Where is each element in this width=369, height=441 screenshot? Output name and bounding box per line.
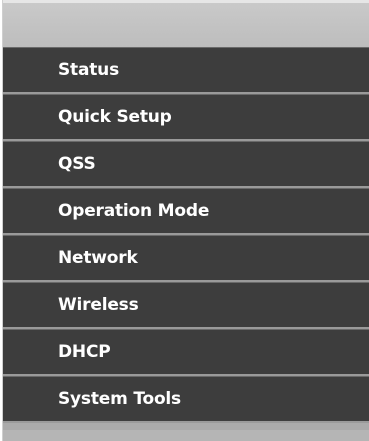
- menu-item-system-tools[interactable]: System Tools: [3, 376, 369, 423]
- menu-item-label: Quick Setup: [58, 107, 172, 127]
- menu-item-quick-setup[interactable]: Quick Setup: [3, 94, 369, 141]
- menu-item-status[interactable]: Status: [3, 47, 369, 94]
- menu-item-wireless[interactable]: Wireless: [3, 282, 369, 329]
- router-admin-frame: Status Quick Setup QSS Operation Mode Ne…: [0, 0, 369, 441]
- menu-item-network[interactable]: Network: [3, 235, 369, 282]
- menu-header-bar: [3, 0, 369, 47]
- main-menu: Status Quick Setup QSS Operation Mode Ne…: [3, 47, 369, 423]
- menu-item-label: System Tools: [58, 389, 181, 409]
- main-menu-panel: Status Quick Setup QSS Operation Mode Ne…: [2, 0, 369, 441]
- menu-item-label: DHCP: [58, 342, 111, 362]
- menu-item-dhcp[interactable]: DHCP: [3, 329, 369, 376]
- menu-item-label: Status: [58, 60, 119, 80]
- menu-item-label: QSS: [58, 154, 96, 174]
- menu-item-qss[interactable]: QSS: [3, 141, 369, 188]
- menu-item-label: Operation Mode: [58, 201, 210, 221]
- menu-item-label: Wireless: [58, 295, 139, 315]
- menu-footer-bar: [3, 430, 369, 441]
- menu-item-label: Network: [58, 248, 138, 268]
- menu-item-operation-mode[interactable]: Operation Mode: [3, 188, 369, 235]
